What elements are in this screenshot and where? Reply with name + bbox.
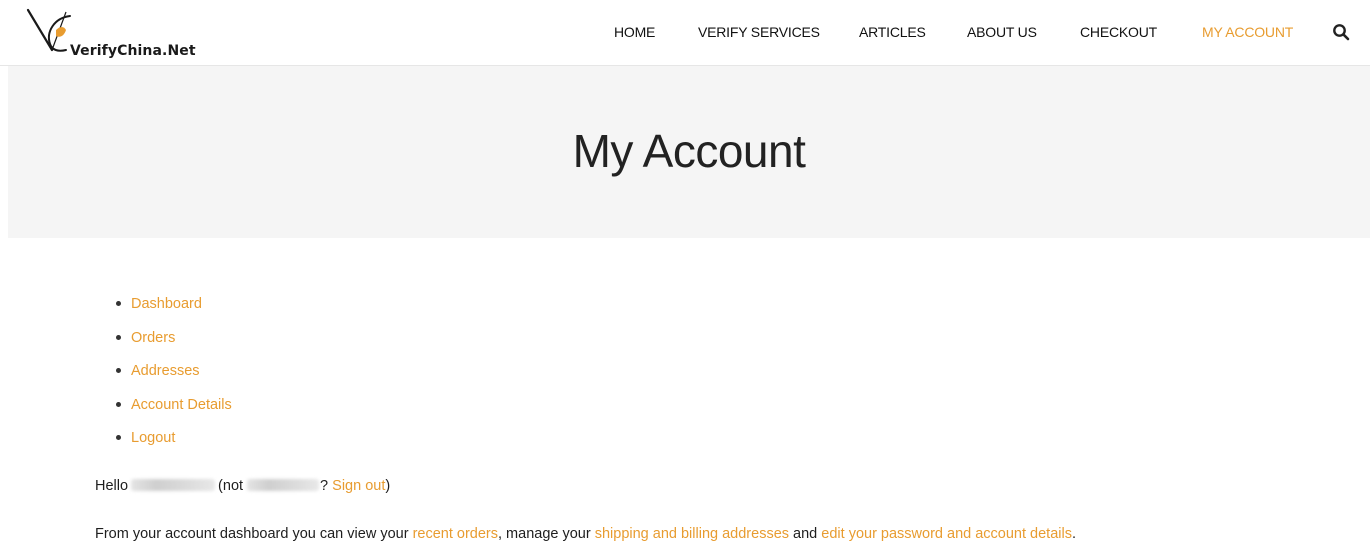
- account-nav-item-logout: Logout: [116, 428, 232, 462]
- redacted-username-2: [247, 479, 320, 491]
- desc-intro: From your account dashboard you can view…: [95, 526, 409, 542]
- redacted-username: [131, 479, 216, 491]
- account-nav-link-addresses[interactable]: Addresses: [131, 363, 200, 379]
- nav-articles[interactable]: ARTICLES: [859, 24, 926, 40]
- account-nav-item-addresses: Addresses: [116, 361, 232, 395]
- dashboard-description: From your account dashboard you can view…: [95, 526, 1076, 542]
- account-nav-link-orders[interactable]: Orders: [131, 330, 175, 346]
- greeting-text: Hello (not? Sign out): [95, 478, 390, 494]
- greeting-close-paren: ): [385, 478, 391, 494]
- desc-period: .: [1071, 526, 1076, 542]
- addresses-link[interactable]: shipping and billing addresses: [595, 526, 789, 542]
- logo-text: VerifyChina.Net: [70, 43, 196, 59]
- nav-home[interactable]: HOME: [614, 24, 655, 40]
- account-nav-item-dashboard: Dashboard: [116, 294, 232, 328]
- page-title-band: My Account: [8, 66, 1370, 238]
- nav-verify-services[interactable]: VERIFY SERVICES: [698, 24, 820, 40]
- desc-manage: , manage your: [498, 526, 591, 542]
- page-title: My Account: [572, 125, 806, 177]
- account-navigation: Dashboard Orders Addresses Account Detai…: [116, 294, 232, 462]
- nav-about-us[interactable]: ABOUT US: [967, 24, 1037, 40]
- search-icon: [1333, 23, 1350, 40]
- nav-my-account[interactable]: MY ACCOUNT: [1202, 24, 1293, 40]
- sign-out-link[interactable]: Sign out: [332, 478, 385, 494]
- site-header: VerifyChina.Net HOME VERIFY SERVICES ART…: [0, 0, 1370, 66]
- greeting-question: ?: [320, 478, 329, 494]
- search-button[interactable]: [1330, 22, 1352, 44]
- desc-and: and: [793, 526, 818, 542]
- account-details-link[interactable]: edit your password and account details: [821, 526, 1072, 542]
- greeting-not: (not: [218, 478, 244, 494]
- greeting-hello: Hello: [95, 478, 129, 494]
- nav-checkout[interactable]: CHECKOUT: [1080, 24, 1157, 40]
- site-logo[interactable]: VerifyChina.Net: [26, 6, 226, 62]
- account-nav-item-account-details: Account Details: [116, 395, 232, 429]
- account-nav-link-dashboard[interactable]: Dashboard: [131, 296, 202, 312]
- account-nav-link-account-details[interactable]: Account Details: [131, 397, 232, 413]
- account-nav-item-orders: Orders: [116, 328, 232, 362]
- account-nav-link-logout[interactable]: Logout: [131, 430, 175, 446]
- recent-orders-link[interactable]: recent orders: [413, 526, 498, 542]
